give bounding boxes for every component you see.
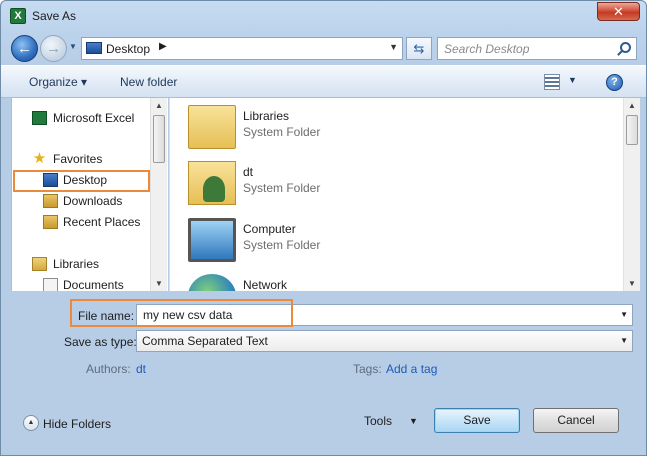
nav-item-label: Libraries xyxy=(53,257,100,271)
nav-item-recent-places[interactable]: Recent Places xyxy=(12,212,152,232)
recent-pages-dropdown-icon[interactable]: ▼ xyxy=(69,42,77,51)
organize-button[interactable]: Organize ▾ xyxy=(29,75,87,89)
nav-item-label: Favorites xyxy=(53,152,103,166)
chevron-down-icon: ▾ xyxy=(81,75,88,89)
navigation-bar: ← → ▼ Desktop ▶ ▼ ⇆ Search Desktop xyxy=(1,32,646,64)
file-name: Network xyxy=(243,278,288,291)
scroll-down-icon[interactable]: ▼ xyxy=(628,279,636,288)
window-title: Save As xyxy=(32,9,77,23)
chevron-up-icon: ▲ xyxy=(23,415,39,431)
navigation-pane: Microsoft Excel ★ Favorites Desktop Down… xyxy=(11,98,168,291)
address-dropdown-icon[interactable]: ▼ xyxy=(389,42,398,52)
refresh-button[interactable]: ⇆ xyxy=(406,37,432,60)
scrollbar-thumb[interactable] xyxy=(153,115,165,163)
file-name: Computer xyxy=(243,222,296,236)
navigation-pane-scrollbar[interactable]: ▲ ▼ xyxy=(150,98,167,291)
tools-dropdown-icon[interactable]: ▼ xyxy=(409,416,418,426)
libraries-icon xyxy=(32,257,47,271)
save-as-type-select[interactable]: Comma Separated Text ▼ xyxy=(136,330,633,352)
scrollbar-thumb[interactable] xyxy=(626,115,638,145)
scroll-up-icon[interactable]: ▲ xyxy=(628,101,636,110)
file-type: System Folder xyxy=(243,238,321,252)
nav-item-favorites[interactable]: ★ Favorites xyxy=(12,149,152,169)
save-as-type-dropdown-icon[interactable]: ▼ xyxy=(620,336,628,345)
back-button[interactable]: ← xyxy=(11,35,38,62)
scroll-up-icon[interactable]: ▲ xyxy=(155,101,163,110)
new-folder-button[interactable]: New folder xyxy=(120,75,177,89)
close-button[interactable]: ✕ xyxy=(597,2,640,21)
recent-places-icon xyxy=(43,215,58,229)
add-tag-link[interactable]: Add a tag xyxy=(386,362,437,376)
file-item-dt[interactable]: dt System Folder xyxy=(188,161,588,217)
nav-item-label: Documents xyxy=(63,278,124,291)
computer-icon xyxy=(188,218,236,262)
file-type: System Folder xyxy=(243,125,321,139)
excel-icon: X xyxy=(10,8,26,24)
nav-item-documents[interactable]: Documents xyxy=(12,275,152,291)
excel-icon xyxy=(32,111,47,125)
breadcrumb-chevron-icon[interactable]: ▶ xyxy=(159,41,167,52)
address-bar[interactable]: Desktop ▶ ▼ xyxy=(81,37,403,60)
authors-label: Authors: xyxy=(86,362,131,376)
cancel-button[interactable]: Cancel xyxy=(533,408,619,433)
save-button[interactable]: Save xyxy=(434,408,520,433)
breadcrumb-desktop[interactable]: Desktop xyxy=(106,42,150,56)
file-list-pane: Libraries System Folder dt System Folder… xyxy=(169,98,623,291)
star-icon: ★ xyxy=(32,150,47,167)
libraries-folder-icon xyxy=(188,105,236,149)
search-input[interactable]: Search Desktop xyxy=(437,37,637,60)
file-name-dropdown-icon[interactable]: ▼ xyxy=(620,310,628,319)
network-icon xyxy=(188,274,236,291)
toolbar: Organize ▾ New folder ▼ ? xyxy=(1,65,646,98)
file-item-network[interactable]: Network xyxy=(188,274,588,291)
change-view-icon[interactable] xyxy=(544,74,560,90)
organize-label: Organize xyxy=(29,75,78,89)
forward-button[interactable]: → xyxy=(40,35,67,62)
documents-icon xyxy=(43,278,58,291)
authors-value[interactable]: dt xyxy=(136,362,146,376)
save-as-type-label: Save as type: xyxy=(64,335,137,349)
file-list-scrollbar[interactable]: ▲ ▼ xyxy=(623,98,640,291)
file-name: dt xyxy=(243,165,254,179)
downloads-icon xyxy=(43,194,58,208)
file-item-computer[interactable]: Computer System Folder xyxy=(188,218,588,274)
title-bar: X Save As ✕ xyxy=(1,1,646,31)
hide-folders-label: Hide Folders xyxy=(43,417,112,431)
nav-item-downloads[interactable]: Downloads xyxy=(12,191,152,211)
search-placeholder: Search Desktop xyxy=(444,42,530,56)
file-name-highlight-box xyxy=(70,299,293,327)
tags-label: Tags: xyxy=(353,362,382,376)
nav-item-label: Downloads xyxy=(63,194,123,208)
file-name: Libraries xyxy=(243,109,290,123)
scroll-down-icon[interactable]: ▼ xyxy=(155,279,163,288)
nav-item-microsoft-excel[interactable]: Microsoft Excel xyxy=(12,108,152,128)
user-folder-icon xyxy=(188,161,236,205)
view-options-dropdown-icon[interactable]: ▼ xyxy=(568,75,577,85)
help-icon[interactable]: ? xyxy=(606,74,623,91)
nav-item-label: Microsoft Excel xyxy=(53,111,135,125)
desktop-highlight-box xyxy=(13,170,150,192)
search-icon xyxy=(620,42,631,53)
desktop-icon xyxy=(86,42,102,54)
nav-item-libraries[interactable]: Libraries xyxy=(12,254,152,274)
tools-button[interactable]: Tools xyxy=(364,414,392,428)
file-type: System Folder xyxy=(243,181,321,195)
file-item-libraries[interactable]: Libraries System Folder xyxy=(188,105,588,161)
save-as-type-value: Comma Separated Text xyxy=(142,334,268,348)
nav-item-label: Recent Places xyxy=(63,215,141,229)
save-as-dialog: X Save As ✕ ← → ▼ Desktop ▶ ▼ ⇆ Search D… xyxy=(0,0,647,456)
